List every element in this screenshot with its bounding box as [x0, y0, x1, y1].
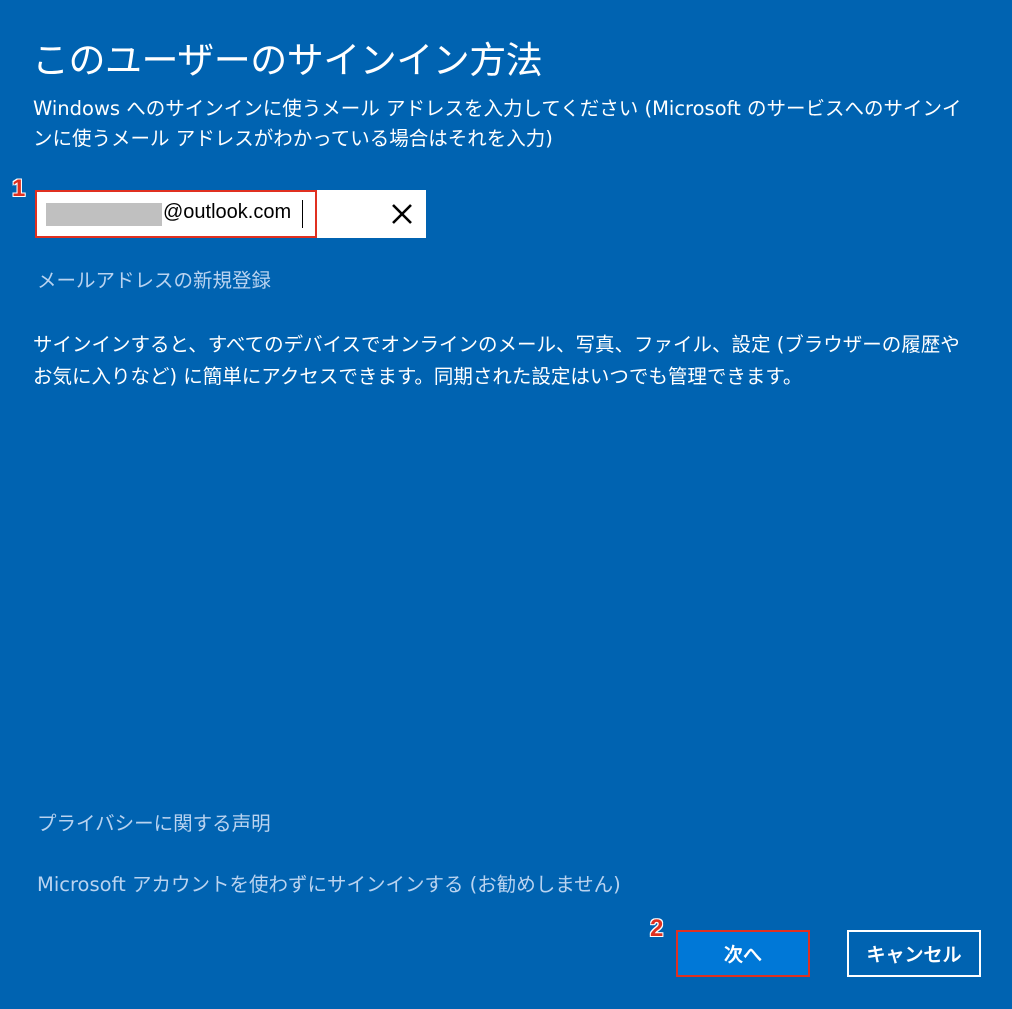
- next-button[interactable]: 次へ: [676, 930, 810, 977]
- close-icon: [392, 204, 412, 224]
- privacy-link[interactable]: プライバシーに関する声明: [37, 807, 271, 836]
- page-title: このユーザーのサインイン方法: [32, 39, 543, 82]
- text-caret: [302, 200, 303, 228]
- step-2-marker: 2: [650, 915, 664, 942]
- new-email-link[interactable]: メールアドレスの新規登録: [37, 264, 271, 293]
- redacted-username: [46, 203, 162, 226]
- clear-input-button[interactable]: [388, 200, 416, 228]
- sync-description: サインインすると、すべてのデバイスでオンラインのメール、写真、ファイル、設定 (…: [33, 333, 960, 388]
- step-1-marker: 1: [12, 175, 26, 202]
- cancel-button[interactable]: キャンセル: [847, 930, 981, 977]
- no-microsoft-account-link[interactable]: Microsoft アカウントを使わずにサインインする (お勧めしません): [37, 868, 621, 897]
- email-field[interactable]: @outlook.com: [35, 190, 426, 238]
- email-field-value: @outlook.com: [163, 201, 292, 223]
- instruction-text: Windows へのサインインに使うメール アドレスを入力してください (Mic…: [33, 97, 962, 150]
